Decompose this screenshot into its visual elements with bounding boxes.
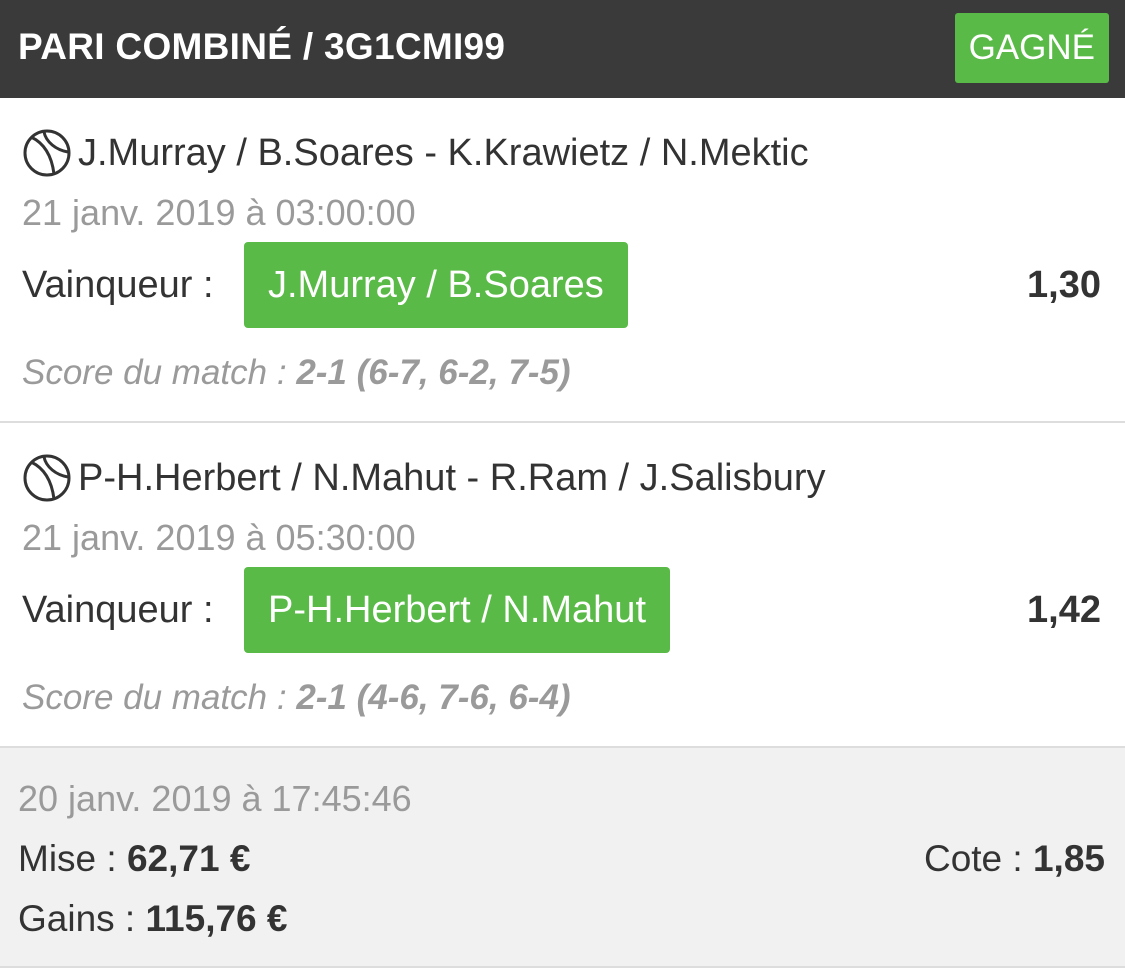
match-date: 21 janv. 2019 à 03:00:00 (22, 192, 416, 233)
match-title: P-H.Herbert / N.Mahut - R.Ram / J.Salisb… (22, 453, 826, 503)
match-title: J.Murray / B.Soares - K.Krawietz / N.Mek… (22, 128, 809, 178)
score-label: Score du match : (22, 353, 287, 392)
ticket-header: PARI COMBINÉ / 3G1CMI99 GAGNÉ (0, 0, 1125, 98)
bet-ticket: PARI COMBINÉ / 3G1CMI99 GAGNÉ J.Murray /… (0, 0, 1125, 979)
match-score: Score du match : 2-1 (4-6, 7-6, 6-4) (22, 678, 571, 718)
ticket-title: PARI COMBINÉ / 3G1CMI99 (18, 26, 506, 67)
match-score: Score du match : 2-1 (6-7, 6-2, 7-5) (22, 353, 571, 393)
gains-line: Gains : 115,76 € (18, 898, 287, 940)
selection-badge: P-H.Herbert / N.Mahut (244, 567, 670, 653)
match-name[interactable]: P-H.Herbert / N.Mahut - R.Ram / J.Salisb… (78, 457, 826, 500)
stake-line: Mise : 62,71 € (18, 838, 250, 880)
tennis-ball-icon (22, 453, 72, 503)
match-card: J.Murray / B.Soares - K.Krawietz / N.Mek… (0, 98, 1125, 423)
total-odds-label: Cote : (923, 838, 1023, 879)
bet-market-label: Vainqueur : (22, 264, 214, 306)
score-value: 2-1 (6-7, 6-2, 7-5) (296, 353, 571, 392)
score-label: Score du match : (22, 678, 287, 717)
bet-row: Vainqueur : J.Murray / B.Soares 1,30 (22, 242, 1101, 328)
selection-badge: J.Murray / B.Soares (244, 242, 628, 328)
total-odds-value: 1,85 (1032, 838, 1105, 879)
bet-placed-date: 20 janv. 2019 à 17:45:46 (18, 778, 412, 819)
stake-label: Mise : (18, 838, 117, 879)
match-card: P-H.Herbert / N.Mahut - R.Ram / J.Salisb… (0, 423, 1125, 748)
stake-value: 62,71 € (126, 838, 251, 879)
match-date: 21 janv. 2019 à 05:30:00 (22, 517, 416, 558)
status-badge: GAGNÉ (954, 13, 1109, 83)
selection-odds: 1,30 (1027, 264, 1101, 306)
bet-market-label: Vainqueur : (22, 589, 214, 631)
bet-row: Vainqueur : P-H.Herbert / N.Mahut 1,42 (22, 567, 1101, 653)
score-value: 2-1 (4-6, 7-6, 6-4) (296, 678, 571, 717)
total-odds-line: Cote : 1,85 (924, 838, 1105, 880)
selection-odds: 1,42 (1027, 589, 1101, 631)
bet-summary: 20 janv. 2019 à 17:45:46 Mise : 62,71 € … (0, 748, 1125, 968)
gains-label: Gains : (18, 898, 136, 939)
gains-value: 115,76 € (145, 898, 288, 939)
tennis-ball-icon (22, 128, 72, 178)
match-name[interactable]: J.Murray / B.Soares - K.Krawietz / N.Mek… (78, 132, 809, 175)
